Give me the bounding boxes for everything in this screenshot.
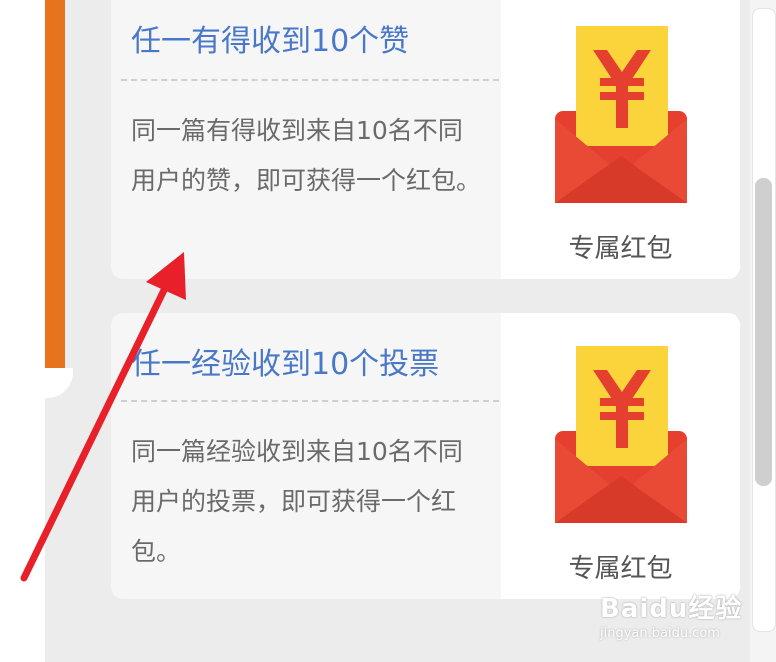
- dashed-divider: [121, 79, 499, 81]
- scrollbar-thumb[interactable]: [755, 178, 772, 486]
- red-envelope-yuan-icon: [555, 346, 687, 523]
- task-description: 同一篇经验收到来自10名不同用户的投票，即可获得一个红包。: [131, 437, 463, 566]
- red-envelope-yuan-icon: [555, 26, 687, 203]
- reward-label: 专属红包: [568, 554, 673, 584]
- task-title: 任一有得收到10个赞: [131, 24, 410, 59]
- dashed-divider: [121, 400, 499, 402]
- watermark-url: jingyan.baidu.com: [600, 626, 720, 641]
- reward-box[interactable]: 专属红包: [501, 313, 740, 599]
- task-card[interactable]: 任一经验收到10个投票 同一篇经验收到来自10名不同用户的投票，即可获得一个红包…: [111, 313, 740, 599]
- watermark-brand: Baidu经验: [600, 594, 743, 624]
- reward-box[interactable]: 专属红包: [501, 0, 740, 279]
- reward-label: 专属红包: [568, 234, 673, 264]
- accent-strip: [45, 0, 65, 390]
- task-info: 任一有得收到10个赞 同一篇有得收到来自10名不同用户的赞，即可获得一个红包。: [111, 0, 501, 279]
- baidu-watermark: Baidu经验 jingyan.baidu.com: [600, 588, 750, 654]
- task-card[interactable]: 任一有得收到10个赞 同一篇有得收到来自10名不同用户的赞，即可获得一个红包。 …: [111, 0, 740, 279]
- task-title: 任一经验收到10个投票: [131, 347, 440, 382]
- task-description: 同一篇有得收到来自10名不同用户的赞，即可获得一个红包。: [131, 116, 482, 195]
- task-info: 任一经验收到10个投票 同一篇经验收到来自10名不同用户的投票，即可获得一个红包…: [111, 313, 501, 599]
